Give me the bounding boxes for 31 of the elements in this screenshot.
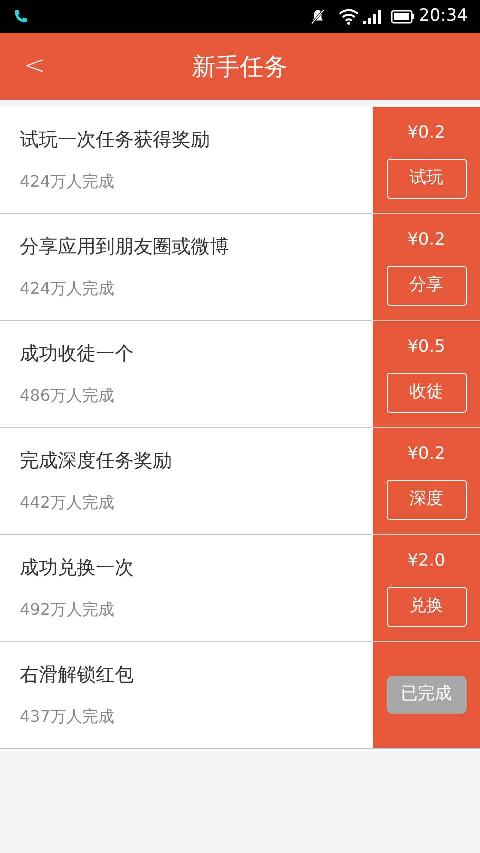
action-button[interactable]: 试玩: [386, 158, 466, 199]
completion-count: 492万人完成: [20, 599, 116, 622]
task-title: 分享应用到朋友圈或微博: [20, 234, 230, 260]
completion-count: 442万人完成: [20, 492, 116, 514]
action-button[interactable]: 深度: [386, 480, 466, 520]
bell-off-icon: [309, 8, 327, 26]
completion-count: 437万人完成: [20, 706, 116, 728]
wifi-icon: [339, 8, 359, 24]
task-title: 成功兑换一次: [20, 556, 135, 581]
page-title: 新手任务: [192, 52, 288, 82]
task-title: 完成深度任务奖励: [20, 448, 173, 474]
completion-count: 424万人完成: [20, 278, 116, 300]
reward-amount: ¥0.2: [408, 122, 446, 146]
task-title: 右滑解锁红包: [20, 662, 135, 688]
back-button[interactable]: <: [24, 47, 44, 86]
completed-status: 已完成: [386, 676, 466, 714]
clock-time: 20:34: [419, 4, 468, 28]
reward-amount: ¥0.2: [408, 229, 446, 252]
action-button[interactable]: 分享: [386, 266, 466, 306]
reward-amount: ¥2.0: [408, 550, 446, 574]
reward-amount: ¥0.2: [408, 443, 446, 466]
task-title: 试玩一次任务获得奖励: [20, 128, 211, 153]
battery-icon: [391, 10, 415, 24]
completion-count: 486万人完成: [20, 385, 116, 408]
action-button[interactable]: 兑换: [386, 586, 466, 627]
reward-amount: ¥0.5: [408, 336, 446, 360]
signal-icon: [363, 10, 383, 24]
action-button[interactable]: 收徒: [386, 372, 466, 413]
task-title: 成功收徒一个: [20, 342, 135, 367]
completion-count: 424万人完成: [20, 171, 116, 194]
phone-icon: [12, 8, 30, 26]
